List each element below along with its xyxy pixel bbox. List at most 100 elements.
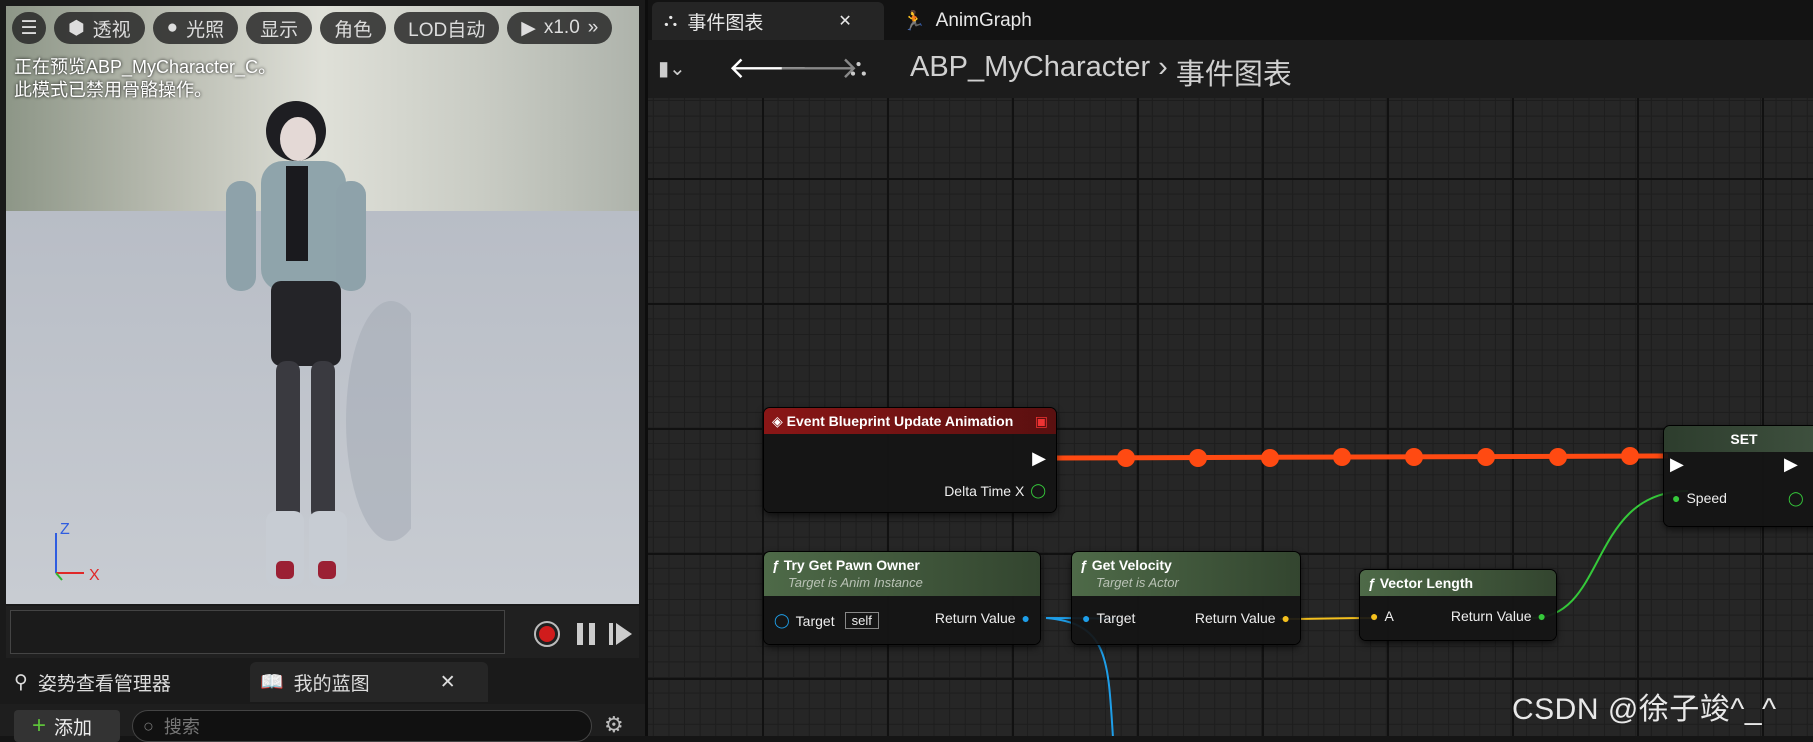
show-label: 显示 — [260, 19, 299, 41]
breadcrumb-current: 事件图表 — [1175, 59, 1292, 91]
perspective-button[interactable]: ⬢ 透视 — [54, 12, 145, 44]
add-label: 添加 — [54, 717, 93, 739]
bookmark-dropdown-icon[interactable]: ▮⌄ — [658, 56, 686, 81]
delta-time-pin[interactable]: Delta Time X ◯ — [944, 482, 1046, 499]
exec-pin-icon: ▶ — [1032, 448, 1046, 468]
axis-gizmo: Z X — [55, 521, 100, 584]
function-icon: ƒ — [1080, 557, 1088, 573]
close-icon[interactable]: ✕ — [838, 11, 851, 31]
exec-out-pin[interactable]: ▶ — [1032, 448, 1046, 469]
preview-viewport[interactable]: Z X ☰ ⬢ 透视 ● 光照 显示 角色 LOD自动 ▶ x1.0 » 正在预… — [6, 6, 639, 604]
node-event-update-header: ◈ Event Blueprint Update Animation ▣ — [764, 408, 1056, 434]
tab-pose-watcher-label: 姿势查看管理器 — [37, 673, 171, 695]
cube-icon: ⬢ — [68, 17, 85, 39]
node-try-get-pawn-header: ƒ Try Get Pawn Owner Target is Anim Inst… — [764, 552, 1040, 596]
graph-canvas[interactable]: ◈ Event Blueprint Update Animation ▣ ▶ D… — [648, 98, 1813, 736]
timeline-scrubber[interactable] — [10, 610, 505, 654]
node-set-header: SET — [1664, 426, 1813, 452]
return-value-label: Return Value — [934, 610, 1016, 626]
tab-pose-watcher[interactable]: ⚲ 姿势查看管理器 — [14, 662, 234, 702]
a-pin-label: A — [1384, 608, 1394, 624]
lighting-button[interactable]: ● 光照 — [152, 12, 239, 44]
forward-arrow-icon[interactable]: 🡒 — [778, 50, 858, 86]
perspective-label: 透视 — [92, 19, 131, 41]
breadcrumb-root[interactable]: ABP_MyCharacter — [910, 51, 1150, 93]
preview-info-line2: 此模式已禁用骨骼操作。 — [14, 80, 212, 100]
node-vector-length[interactable]: ƒ Vector Length ● A Return Value ● — [1360, 570, 1556, 640]
node-get-velocity-title: Get Velocity — [1091, 557, 1172, 573]
exec-in-pin[interactable]: ▶ — [1670, 454, 1684, 475]
show-button[interactable]: 显示 — [246, 12, 313, 44]
book-icon: 📖 — [260, 672, 284, 693]
graph-navigation-bar: ▮⌄ 🡐 🡒 ⛬ ABP_MyCharacter › 事件图表 — [648, 40, 1813, 98]
node-event-update[interactable]: ◈ Event Blueprint Update Animation ▣ ▶ D… — [764, 408, 1056, 512]
node-event-update-title: Event Blueprint Update Animation — [786, 413, 1014, 429]
gear-icon[interactable]: ⚙ — [604, 712, 624, 738]
viewport-menu-button[interactable]: ☰ — [12, 12, 46, 44]
a-pin[interactable]: ● A — [1370, 608, 1394, 624]
float-pin-icon: ◯ — [1030, 482, 1046, 498]
chevron-right-icon: › — [1158, 51, 1168, 83]
float-pin-icon: ● — [1672, 490, 1681, 506]
search-placeholder: 搜索 — [163, 717, 200, 737]
target-pin-label: Target — [1096, 610, 1136, 626]
playback-speed-button[interactable]: ▶ x1.0 » — [507, 12, 613, 44]
tab-anim-graph-label: AnimGraph — [935, 10, 1032, 31]
breadcrumb: ABP_MyCharacter › 事件图表 — [910, 51, 1292, 93]
float-pin-icon: ◯ — [1788, 490, 1804, 506]
object-pin-icon: ◯ — [774, 612, 790, 628]
return-value-pin[interactable]: Return Value ● — [1451, 608, 1546, 624]
graph-icon: ⛬ — [850, 54, 867, 81]
close-icon[interactable]: ✕ — [440, 671, 456, 694]
character-preview — [226, 101, 411, 586]
node-try-get-pawn-subtitle: Target is Anim Instance — [788, 575, 923, 590]
lod-button[interactable]: LOD自动 — [394, 12, 500, 44]
vector-pin-icon: ● — [1281, 610, 1290, 626]
lighting-label: 光照 — [186, 19, 225, 41]
return-value-label: Return Value — [1194, 610, 1276, 626]
add-button[interactable]: + 添加 — [14, 710, 120, 742]
target-pin[interactable]: ◯ Target self — [774, 612, 879, 629]
self-default-field[interactable]: self — [844, 612, 879, 629]
node-set-title: SET — [1730, 431, 1758, 447]
persona-panel: Z X ☰ ⬢ 透视 ● 光照 显示 角色 LOD自动 ▶ x1.0 » 正在预… — [0, 0, 645, 742]
pose-icon: ⚲ — [14, 671, 28, 693]
my-blueprint-toolbar: + 添加 ○ 搜索 ⚙ — [0, 704, 645, 742]
pause-icon[interactable] — [572, 620, 600, 648]
node-get-velocity[interactable]: ƒ Get Velocity Target is Actor ● Target … — [1072, 552, 1300, 644]
return-value-pin[interactable]: Return Value ● — [1195, 610, 1290, 626]
tab-my-blueprint[interactable]: 📖 我的蓝图 ✕ — [250, 662, 488, 702]
node-set[interactable]: SET ▶ ▶ ● Speed ◯ — [1664, 426, 1813, 526]
object-pin-icon: ● — [1021, 610, 1030, 626]
playback-bar — [6, 606, 639, 658]
node-get-velocity-subtitle: Target is Actor — [1096, 575, 1179, 590]
tab-anim-graph[interactable]: 🏃 AnimGraph — [894, 2, 1064, 40]
record-icon[interactable] — [533, 620, 561, 648]
tab-event-graph[interactable]: ⛬ 事件图表 ✕ — [652, 2, 884, 40]
preview-info: 正在预览ABP_MyCharacter_C。 此模式已禁用骨骼操作。 — [14, 56, 276, 102]
delta-time-label: Delta Time X — [944, 482, 1025, 499]
exec-out-pin[interactable]: ▶ — [1784, 454, 1798, 475]
node-try-get-pawn-owner[interactable]: ƒ Try Get Pawn Owner Target is Anim Inst… — [764, 552, 1040, 644]
exec-wire — [1055, 453, 1669, 461]
target-pin-label: Target — [795, 612, 835, 629]
graph-tab-bar: ⛬ 事件图表 ✕ 🏃 AnimGraph — [648, 0, 1813, 40]
event-diamond-icon: ◈ — [772, 413, 783, 429]
target-pin[interactable]: ● Target — [1082, 610, 1135, 626]
speed-pin[interactable]: ● Speed — [1672, 490, 1727, 506]
speed-out-pin[interactable]: ◯ — [1788, 490, 1804, 507]
graph-icon: ⛬ — [664, 10, 678, 31]
vector-pin-icon: ● — [1370, 608, 1379, 624]
character-button[interactable]: 角色 — [320, 12, 387, 44]
return-value-pin[interactable]: Return Value ● — [935, 610, 1030, 626]
step-forward-icon[interactable] — [606, 620, 634, 648]
character-label: 角色 — [334, 19, 373, 41]
hamburger-icon: ☰ — [20, 17, 38, 39]
float-pin-icon: ● — [1537, 608, 1546, 624]
search-input[interactable]: ○ 搜索 — [132, 710, 592, 742]
search-icon: ○ — [143, 715, 154, 736]
object-pin-icon: ● — [1082, 610, 1091, 626]
play-icon: ▶ — [521, 17, 536, 39]
node-try-get-pawn-title: Try Get Pawn Owner — [783, 557, 920, 573]
node-vector-length-header: ƒ Vector Length — [1360, 570, 1556, 596]
